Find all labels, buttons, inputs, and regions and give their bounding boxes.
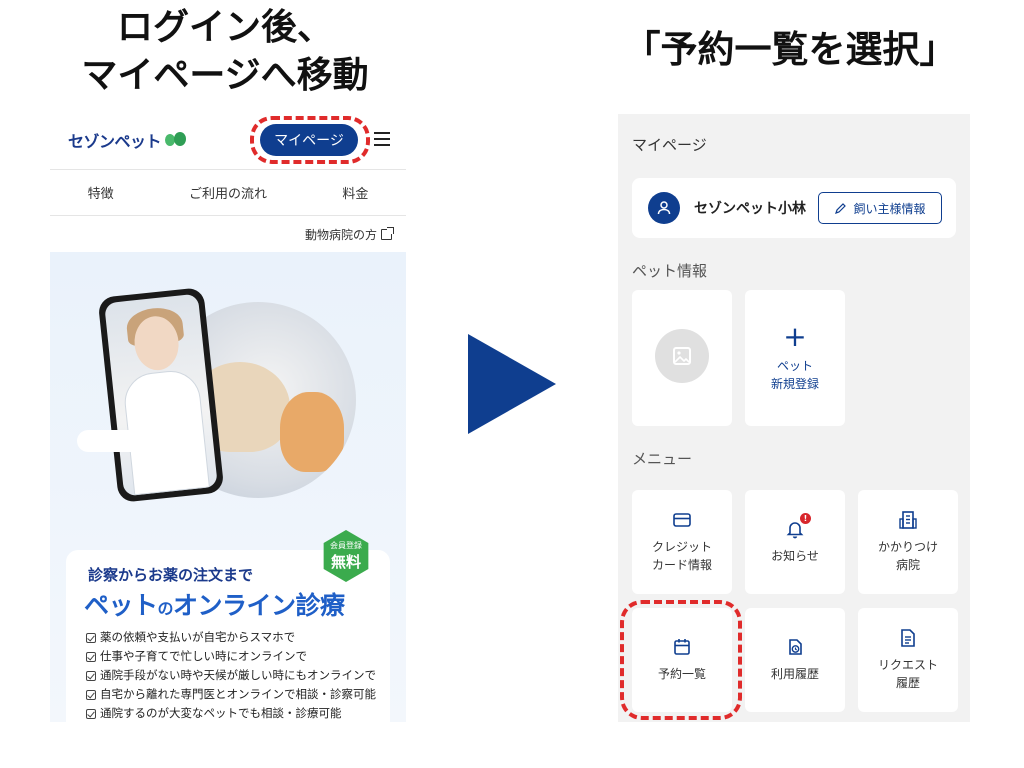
nav-flow[interactable]: ご利用の流れ: [189, 183, 267, 202]
promo-title-a: ペット: [84, 591, 158, 620]
clinic-line2: 病院: [895, 558, 920, 572]
external-link-icon: [381, 227, 394, 240]
nav-features[interactable]: 特徴: [88, 183, 114, 202]
add-pet-line1: ペット: [776, 359, 813, 373]
caption-select-reservations: 「予約一覧を選択」: [623, 28, 957, 71]
owner-info-label: 飼い主様情報: [853, 201, 926, 216]
checkbox-icon: [86, 689, 96, 700]
vet-hospital-link-label: 動物病院の方: [304, 228, 377, 242]
promo-subtitle: 診察からお薬の注文まで: [88, 566, 254, 584]
checkbox-icon: [86, 708, 96, 719]
feature-text: 通院するのが大変なペットでも相談・診療可能: [100, 706, 342, 720]
history-clock-icon: [789, 639, 802, 655]
notification-badge: !: [800, 513, 811, 524]
feature-text: 自宅から離れた専門医とオンラインで相談・診察可能: [100, 687, 376, 701]
hamburger-menu-icon[interactable]: [374, 132, 390, 146]
feature-list: 薬の依頼や支払いが自宅からスマホで 仕事や子育てで忙しい時にオンラインで 通院手…: [86, 628, 376, 722]
menu-request-history[interactable]: リクエスト 履歴: [858, 608, 958, 712]
paw-logo-icon: [163, 132, 187, 148]
badge-small-text: 会員登録: [330, 541, 362, 550]
phone-overlay-pill: [77, 430, 153, 452]
promo-title: ペットのオンライン診療: [84, 586, 345, 622]
logo-text: セゾンペット: [68, 132, 162, 151]
credit-line2: カード情報: [651, 558, 712, 572]
caption-login: ログイン後、 マイページへ移動: [30, 4, 420, 100]
plus-icon: +: [783, 320, 807, 353]
checkbox-icon: [86, 632, 96, 643]
history-label: 利用履歴: [770, 667, 819, 681]
clinic-line1: かかりつけ: [877, 540, 939, 554]
pencil-icon: [835, 202, 847, 214]
feature-text: 通院手段がない時や天候が厳しい時にもオンラインで: [100, 668, 376, 682]
menu-section-label: メニュー: [632, 450, 693, 468]
page-title: マイページ: [632, 136, 707, 154]
hospital-building-icon: [899, 511, 917, 529]
feature-item: 仕事や子育てで忙しい時にオンラインで: [86, 647, 376, 666]
menu-notifications[interactable]: ! お知らせ: [745, 490, 845, 594]
badge-big-text: 無料: [330, 553, 361, 571]
tutorial-image: ログイン後、 マイページへ移動 「予約一覧を選択」 セゾンペット マイページ 特…: [0, 0, 1024, 768]
user-card: セゾンペット小林 飼い主様情報: [632, 178, 956, 238]
smartphone-illustration: [97, 287, 225, 503]
next-step-arrow-icon: [468, 334, 556, 434]
site-nav: 特徴 ご利用の流れ 料金: [50, 169, 406, 216]
site-header: セゾンペット マイページ: [50, 116, 406, 166]
feature-item: 薬の依頼や支払いが自宅からスマホで: [86, 628, 376, 647]
bell-icon: !: [785, 513, 811, 539]
document-icon: [901, 629, 915, 647]
promo-title-b: オンライン診療: [173, 591, 345, 620]
credit-card-icon: [673, 513, 691, 527]
vet-hospital-link[interactable]: 動物病院の方: [304, 226, 394, 243]
reservation-highlight-marker: [620, 600, 742, 720]
add-pet-line2: 新規登録: [770, 377, 819, 391]
checkbox-icon: [86, 670, 96, 681]
notice-label: お知らせ: [771, 549, 819, 563]
landing-page-screen: セゾンペット マイページ 特徴 ご利用の流れ 料金 動物病院の方 会員登録 無料…: [50, 116, 406, 722]
request-line2: 履歴: [895, 676, 920, 690]
mypage-screen: マイページ セゾンペット小林 飼い主様情報 ペット情報 + ペット 新規登録 メ…: [618, 114, 970, 722]
menu-clinic[interactable]: かかりつけ 病院: [858, 490, 958, 594]
user-name: セゾンペット小林: [694, 201, 806, 217]
hero-section: 会員登録 無料 診察からお薬の注文まで ペットのオンライン診療 薬の依頼や支払い…: [50, 252, 406, 722]
pet-image-placeholder-icon: [655, 329, 709, 383]
feature-item: 通院するのが大変なペットでも相談・診療可能: [86, 704, 376, 722]
caption-login-line2: マイページへ移動: [81, 55, 369, 96]
saison-pet-logo[interactable]: セゾンペット: [68, 128, 187, 152]
user-avatar-icon: [648, 192, 680, 224]
menu-usage-history[interactable]: 利用履歴: [745, 608, 845, 712]
credit-line1: クレジット: [651, 540, 712, 554]
mypage-highlight-marker: [250, 116, 370, 164]
request-line1: リクエスト: [877, 658, 938, 672]
add-pet-button[interactable]: + ペット 新規登録: [745, 290, 845, 426]
caption-login-line1: ログイン後、: [116, 7, 333, 48]
owner-info-button[interactable]: 飼い主様情報: [818, 192, 942, 224]
feature-item: 通院手段がない時や天候が厳しい時にもオンラインで: [86, 666, 376, 685]
feature-item: 自宅から離れた専門医とオンラインで相談・診察可能: [86, 685, 376, 704]
promo-title-no: の: [157, 599, 174, 618]
nav-pricing[interactable]: 料金: [342, 183, 368, 202]
feature-text: 薬の依頼や支払いが自宅からスマホで: [100, 630, 296, 644]
pet-section-label: ペット情報: [632, 262, 708, 280]
feature-text: 仕事や子育てで忙しい時にオンラインで: [100, 649, 307, 663]
menu-credit-card[interactable]: クレジット カード情報: [632, 490, 732, 594]
checkbox-icon: [86, 651, 96, 662]
pet-card[interactable]: [632, 290, 732, 426]
